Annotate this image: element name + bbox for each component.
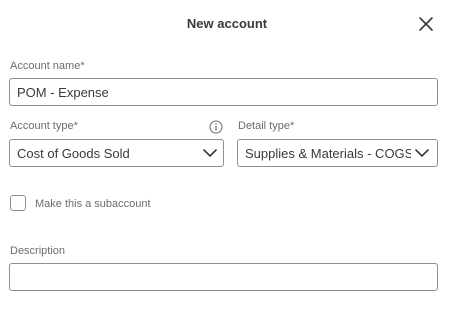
account-name-field-wrapper: [9, 78, 438, 106]
detail-type-label: Detail type*: [238, 120, 295, 132]
info-icon[interactable]: [209, 120, 223, 134]
detail-type-select[interactable]: Supplies & Materials - COGS: [237, 139, 438, 167]
account-name-field[interactable]: [10, 79, 437, 105]
account-type-value: Cost of Goods Sold: [17, 146, 130, 161]
description-field-wrapper: [9, 263, 438, 291]
close-button[interactable]: [416, 14, 436, 34]
close-icon: [419, 17, 433, 31]
account-name-label: Account name*: [10, 60, 85, 72]
subaccount-label: Make this a subaccount: [35, 198, 151, 210]
detail-type-value: Supplies & Materials - COGS: [245, 146, 411, 161]
account-type-label: Account type*: [10, 120, 78, 132]
dialog-title: New account: [186, 16, 268, 31]
description-label: Description: [10, 245, 66, 257]
new-account-dialog: New account Account name* Account type* …: [0, 0, 454, 324]
account-type-select[interactable]: Cost of Goods Sold: [9, 139, 224, 167]
description-field[interactable]: [10, 264, 437, 290]
chevron-down-icon: [203, 149, 217, 157]
subaccount-checkbox[interactable]: [10, 195, 26, 211]
chevron-down-icon: [415, 149, 429, 157]
